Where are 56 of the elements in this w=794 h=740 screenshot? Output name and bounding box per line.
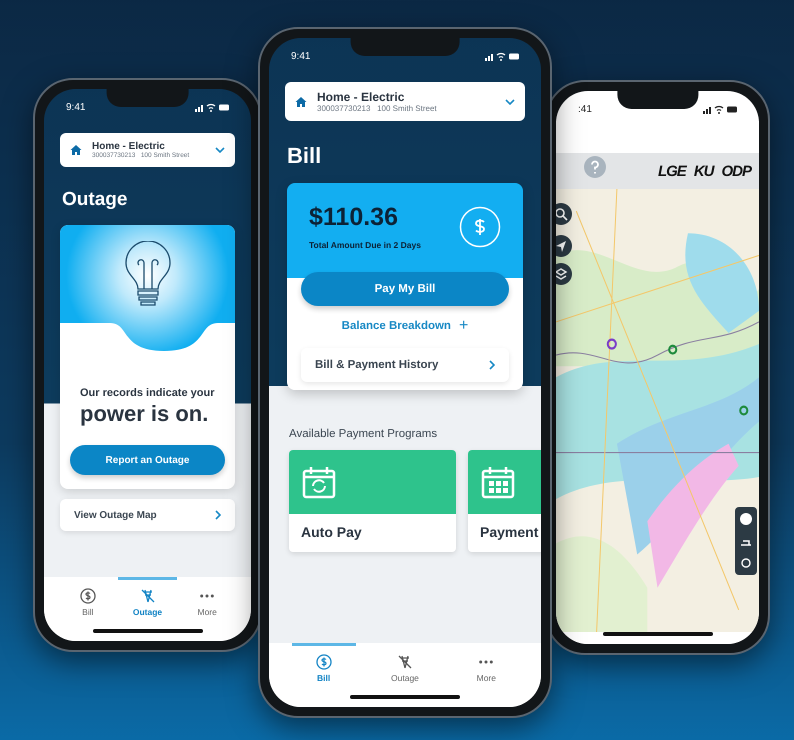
- program-card[interactable]: Auto Pay: [289, 450, 456, 552]
- calendar-sync-icon: [301, 465, 337, 499]
- tower-icon: [140, 588, 156, 604]
- chevron-right-icon: [215, 510, 221, 520]
- program-card[interactable]: Payment: [468, 450, 541, 552]
- location-arrow-icon[interactable]: [556, 235, 572, 257]
- balance-breakdown-label: Balance Breakdown: [342, 320, 451, 332]
- status-time: 9:41: [291, 50, 310, 62]
- company-logo: ODP: [721, 162, 751, 180]
- tab-bar-item[interactable]: More: [177, 577, 238, 617]
- status-time: :41: [578, 104, 592, 114]
- more-icon: [200, 594, 214, 598]
- chevron-down-icon: [215, 147, 225, 153]
- company-logo: LGE: [658, 162, 686, 180]
- status-message: Our records indicate your: [80, 387, 215, 399]
- dollar-icon: [80, 588, 96, 604]
- report-outage-button[interactable]: Report an Outage: [70, 445, 225, 475]
- status-icons: [485, 52, 519, 60]
- chevron-down-icon: [505, 98, 515, 104]
- tower-icon: [396, 654, 413, 670]
- account-details: 300037730213 100 Smith Street: [317, 104, 438, 113]
- company-logo: KU: [694, 162, 714, 180]
- dollar-icon: [459, 206, 501, 248]
- amount-due: $110.36: [309, 203, 399, 232]
- account-name: Home - Electric: [317, 90, 406, 104]
- plus-icon: +: [458, 320, 468, 332]
- calendar-icon: [480, 465, 516, 499]
- home-icon: [295, 96, 307, 108]
- tab-bar-item[interactable]: Bill: [292, 643, 356, 683]
- map-controls-icon[interactable]: [735, 507, 757, 575]
- balance-breakdown-link[interactable]: Balance Breakdown +: [342, 320, 468, 332]
- program-title: Auto Pay: [300, 523, 363, 542]
- tab-bar-item[interactable]: Outage: [372, 643, 437, 683]
- status-icons: [703, 104, 737, 114]
- search-icon[interactable]: [556, 203, 572, 225]
- more-icon: [479, 660, 494, 664]
- status-headline: power is on.: [80, 401, 210, 427]
- tab-bar-item[interactable]: Bill: [58, 577, 118, 617]
- tab-bar-item[interactable]: More: [454, 643, 518, 683]
- section-heading: Available Payment Programs: [289, 428, 438, 440]
- due-label: Total Amount Due in 2 Days: [309, 240, 421, 250]
- page-title: Outage: [62, 189, 128, 211]
- home-icon: [70, 144, 82, 156]
- payment-history-link[interactable]: Bill & Payment History: [301, 348, 509, 382]
- account-selector[interactable]: Home - Electric 300037730213 100 Smith Street: [285, 82, 525, 121]
- outage-map-link[interactable]: View Outage Map: [60, 499, 235, 531]
- account-name: Home - Electric: [92, 141, 166, 152]
- pay-bill-button[interactable]: Pay My Bill: [301, 272, 509, 306]
- tab-bar-item[interactable]: Outage: [118, 577, 178, 617]
- status-time: 9:41: [66, 102, 86, 112]
- status-icons: [195, 102, 229, 112]
- dollar-icon: [316, 654, 332, 670]
- chevron-right-icon: [489, 360, 495, 370]
- program-title: Payment: [479, 523, 540, 542]
- page-title: Bill: [287, 143, 322, 169]
- layers-icon[interactable]: [556, 263, 572, 285]
